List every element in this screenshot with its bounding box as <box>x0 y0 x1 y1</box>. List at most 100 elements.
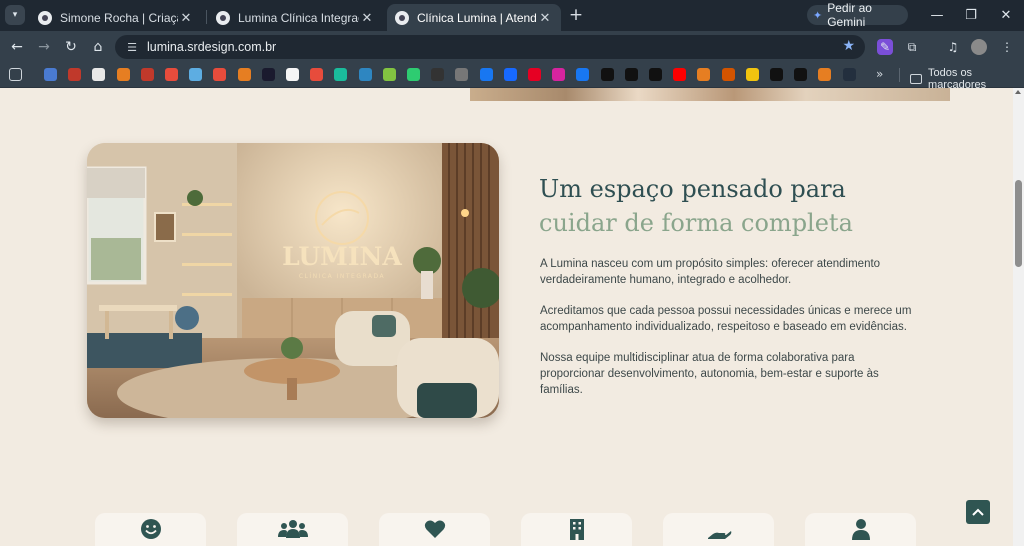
hand-icon <box>707 531 731 539</box>
flame-icon[interactable] <box>237 68 251 81</box>
youtube-icon[interactable] <box>673 68 687 81</box>
heart-icon[interactable] <box>165 68 178 81</box>
tab-lumina-clinica[interactable]: Lumina Clínica Integrada - ✕ <box>208 4 383 31</box>
gemini-sparkle-icon: ✦ <box>813 9 823 22</box>
clinic-logo-tagline: CLÍNICA INTEGRADA <box>299 273 385 280</box>
close-icon[interactable]: ✕ <box>537 10 553 26</box>
tab-favicon-icon <box>395 10 409 25</box>
tab-favicon-icon <box>216 10 230 25</box>
meta-icon[interactable] <box>479 68 493 81</box>
user-icon <box>851 519 870 540</box>
menu-kebab-icon[interactable]: ⋮ <box>999 39 1015 55</box>
facebook-icon[interactable] <box>576 68 590 81</box>
spiral-icon[interactable] <box>697 68 711 81</box>
close-icon[interactable]: ✕ <box>178 10 194 26</box>
feature-card-hand <box>663 513 774 546</box>
ask-gemini-button[interactable]: ✦ Pedir ao Gemini <box>807 1 908 29</box>
chevron-up-icon <box>972 508 984 516</box>
feature-card-user <box>805 513 916 546</box>
close-icon[interactable]: ✕ <box>359 10 375 26</box>
package-icon[interactable] <box>68 68 82 81</box>
more-bookmarks-chevron-icon[interactable]: » <box>876 67 883 81</box>
feature-card-smile <box>95 513 206 546</box>
cp-icon[interactable] <box>116 68 130 81</box>
about-heading-line2: cuidar de forma completa <box>539 209 853 237</box>
feature-card-heart <box>379 513 490 546</box>
be-icon[interactable] <box>503 68 517 81</box>
d-icon[interactable] <box>310 68 324 81</box>
bag-icon[interactable] <box>721 68 735 81</box>
gemini-label: Pedir ao Gemini <box>827 1 872 29</box>
tab-title: Lumina Clínica Integrada - <box>238 10 359 25</box>
tiktok-icon[interactable] <box>600 68 614 81</box>
tab-search-icon[interactable]: ▾ <box>5 5 25 25</box>
c-icon[interactable] <box>92 68 106 81</box>
folder-icon <box>910 74 923 84</box>
back-to-top-button[interactable] <box>966 500 990 524</box>
about-paragraph-3: Nossa equipe multidisciplinar atua de fo… <box>540 352 879 396</box>
clinic-logo-name: LUMINA <box>282 242 402 271</box>
threads-icon[interactable] <box>624 68 638 81</box>
minimize-icon[interactable]: — <box>926 6 948 24</box>
tab-title: Simone Rocha | Criação de Site <box>60 10 178 25</box>
clinic-illustration: LUMINA CLÍNICA INTEGRADA <box>87 143 499 418</box>
coin-icon[interactable] <box>745 68 759 81</box>
pinterest-icon[interactable] <box>528 68 541 81</box>
s-icon[interactable] <box>770 68 783 81</box>
tab-title: Clínica Lumina | Atendimento M <box>417 10 537 25</box>
scroll-up-arrow-icon[interactable] <box>1015 90 1021 94</box>
clinic-reception-photo: LUMINA CLÍNICA INTEGRADA <box>87 143 499 418</box>
about-paragraph-2: Acreditamos que cada pessoa possui neces… <box>540 305 912 333</box>
pdf-icon[interactable] <box>140 68 154 81</box>
restore-icon[interactable]: ❐ <box>960 6 982 24</box>
tab-clinica-lumina-active[interactable]: Clínica Lumina | Atendimento M ✕ <box>387 4 561 31</box>
new-tab-plus-icon[interactable]: + <box>567 5 585 25</box>
grid-icon[interactable] <box>455 68 469 81</box>
tab-simone-rocha[interactable]: Simone Rocha | Criação de Site ✕ <box>30 4 202 31</box>
bird-icon[interactable] <box>358 68 372 81</box>
v-icon[interactable] <box>261 68 275 81</box>
bookmarks-bar: » Todos os marcadores <box>0 62 1024 91</box>
s2-icon[interactable] <box>794 68 808 81</box>
bookmark-star-icon[interactable]: ★ <box>842 38 855 54</box>
leaf-icon[interactable] <box>382 68 396 81</box>
page-viewport: LUMINA CLÍNICA INTEGRADA Um espaço pensa… <box>0 88 1013 546</box>
p-icon[interactable] <box>431 68 445 81</box>
gem-icon[interactable] <box>189 68 203 81</box>
capcut-icon[interactable] <box>649 68 662 81</box>
address-bar[interactable]: ☰ lumina.srdesign.com.br ★ <box>115 35 865 59</box>
about-paragraph-1: A Lumina nasceu com um propósito simples… <box>540 258 881 286</box>
extension-chat-icon[interactable]: ✎ <box>877 39 893 55</box>
reload-icon[interactable]: ↻ <box>61 37 81 57</box>
url-text: lumina.srdesign.com.br <box>147 40 277 54</box>
building-icon <box>569 519 584 540</box>
forward-arrow-icon[interactable]: → <box>34 37 54 57</box>
scrollbar-thumb[interactable] <box>1015 180 1022 267</box>
bookmarks-separator <box>899 68 900 82</box>
extensions-puzzle-icon[interactable]: ⧉ <box>904 39 920 55</box>
back-arrow-icon[interactable]: ← <box>7 37 27 57</box>
apps-icon[interactable] <box>9 68 22 81</box>
m-icon[interactable] <box>286 68 299 81</box>
px-icon[interactable] <box>407 68 420 81</box>
home-icon[interactable]: ⌂ <box>88 37 108 57</box>
hero-image-bottom-edge <box>470 88 950 101</box>
heart-icon <box>424 520 445 538</box>
tab-separator <box>206 10 207 24</box>
media-controls-icon[interactable]: ♫ <box>945 39 961 55</box>
instagram-icon[interactable] <box>552 68 566 81</box>
page-scrollbar[interactable] <box>1013 88 1024 546</box>
v2-icon[interactable] <box>334 68 348 81</box>
window-close-icon[interactable]: ✕ <box>995 6 1017 24</box>
site-settings-icon[interactable]: ☰ <box>124 39 140 55</box>
tab-strip: ▾ Simone Rocha | Criação de Site ✕ Lumin… <box>0 0 1024 31</box>
ring-icon[interactable] <box>213 68 227 81</box>
feature-card-users <box>237 513 348 546</box>
browser-toolbar: ← → ↻ ⌂ ☰ lumina.srdesign.com.br ★ ✎ ⧉ ♫… <box>0 31 1024 62</box>
amazon-icon[interactable] <box>842 68 856 81</box>
puzzle-icon[interactable] <box>44 68 57 81</box>
about-heading-line1: Um espaço pensado para <box>539 175 846 203</box>
tab-favicon-icon <box>38 10 52 25</box>
profile-avatar[interactable] <box>971 39 987 55</box>
box-icon[interactable] <box>818 68 832 81</box>
